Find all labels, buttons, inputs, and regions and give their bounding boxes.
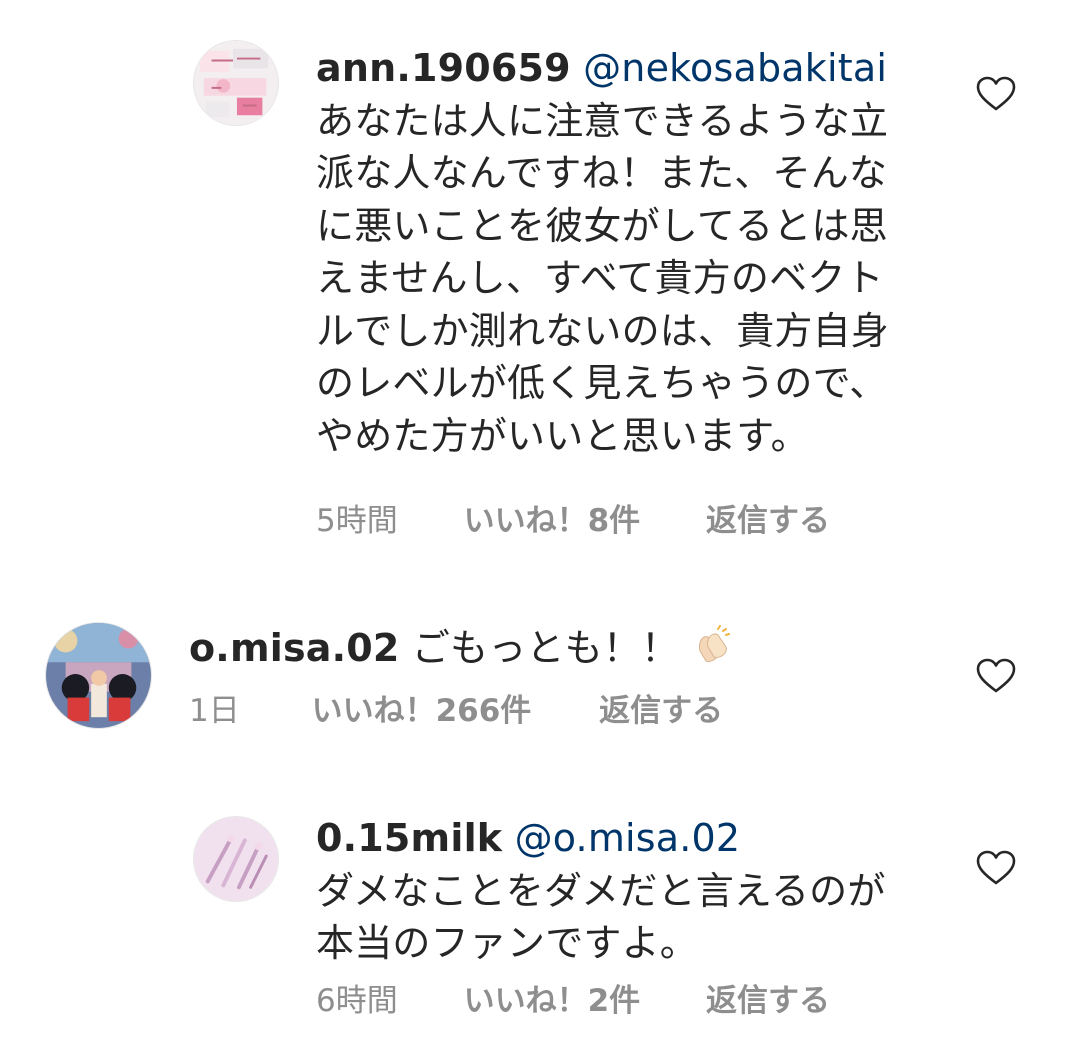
- comment-mention[interactable]: @o.misa.02: [515, 816, 741, 860]
- comment-body: ダメなことをダメだと言えるのが本当のファンですよ。: [316, 868, 886, 966]
- reply-button[interactable]: 返信する: [706, 503, 830, 539]
- clapping-hands-emoji: [692, 625, 732, 665]
- comment-timestamp: 1日: [189, 693, 240, 729]
- comment-timestamp: 6時間: [316, 983, 398, 1019]
- avatar[interactable]: [193, 816, 279, 902]
- comment-username[interactable]: 0.15milk: [316, 816, 502, 860]
- comment-top-level: o.misa.02 ごもっとも！！ 1日 いいね！266件 返信する: [0, 600, 1079, 750]
- avatar[interactable]: [45, 622, 152, 729]
- like-count[interactable]: いいね！2件: [464, 983, 641, 1019]
- comment-meta: 5時間 いいね！8件 返信する: [316, 503, 830, 539]
- comment-timestamp: 5時間: [316, 503, 398, 539]
- comment-text: o.misa.02 ごもっとも！！: [189, 622, 949, 675]
- comment-reply-1: ann.190659 @nekosabakitai あなたは人に注意できるような…: [0, 0, 1079, 560]
- comment-text: 0.15milk @o.misa.02 ダメなことをダメだと言えるのが本当のファ…: [316, 812, 908, 970]
- comment-username[interactable]: ann.190659: [316, 46, 571, 90]
- avatar[interactable]: [193, 40, 279, 126]
- reply-button[interactable]: 返信する: [599, 693, 723, 729]
- comment-text: ann.190659 @nekosabakitai あなたは人に注意できるような…: [316, 42, 908, 462]
- comment-meta: 6時間 いいね！2件 返信する: [316, 983, 830, 1019]
- comment-meta: 1日 いいね！266件 返信する: [189, 693, 723, 729]
- heart-outline-icon[interactable]: [976, 658, 1016, 694]
- comment-reply-2: 0.15milk @o.misa.02 ダメなことをダメだと言えるのが本当のファ…: [0, 790, 1079, 1054]
- heart-outline-icon[interactable]: [976, 850, 1016, 886]
- heart-outline-icon[interactable]: [976, 76, 1016, 112]
- comment-body: ごもっとも！！: [399, 626, 680, 670]
- comment-body: あなたは人に注意できるような立派な人なんですね！また、そんなに悪いことを彼女がし…: [316, 98, 890, 458]
- like-count[interactable]: いいね！8件: [464, 503, 641, 539]
- comment-username[interactable]: o.misa.02: [189, 626, 400, 670]
- reply-button[interactable]: 返信する: [706, 983, 830, 1019]
- like-count[interactable]: いいね！266件: [312, 693, 532, 729]
- comment-mention[interactable]: @nekosabakitai: [583, 46, 887, 90]
